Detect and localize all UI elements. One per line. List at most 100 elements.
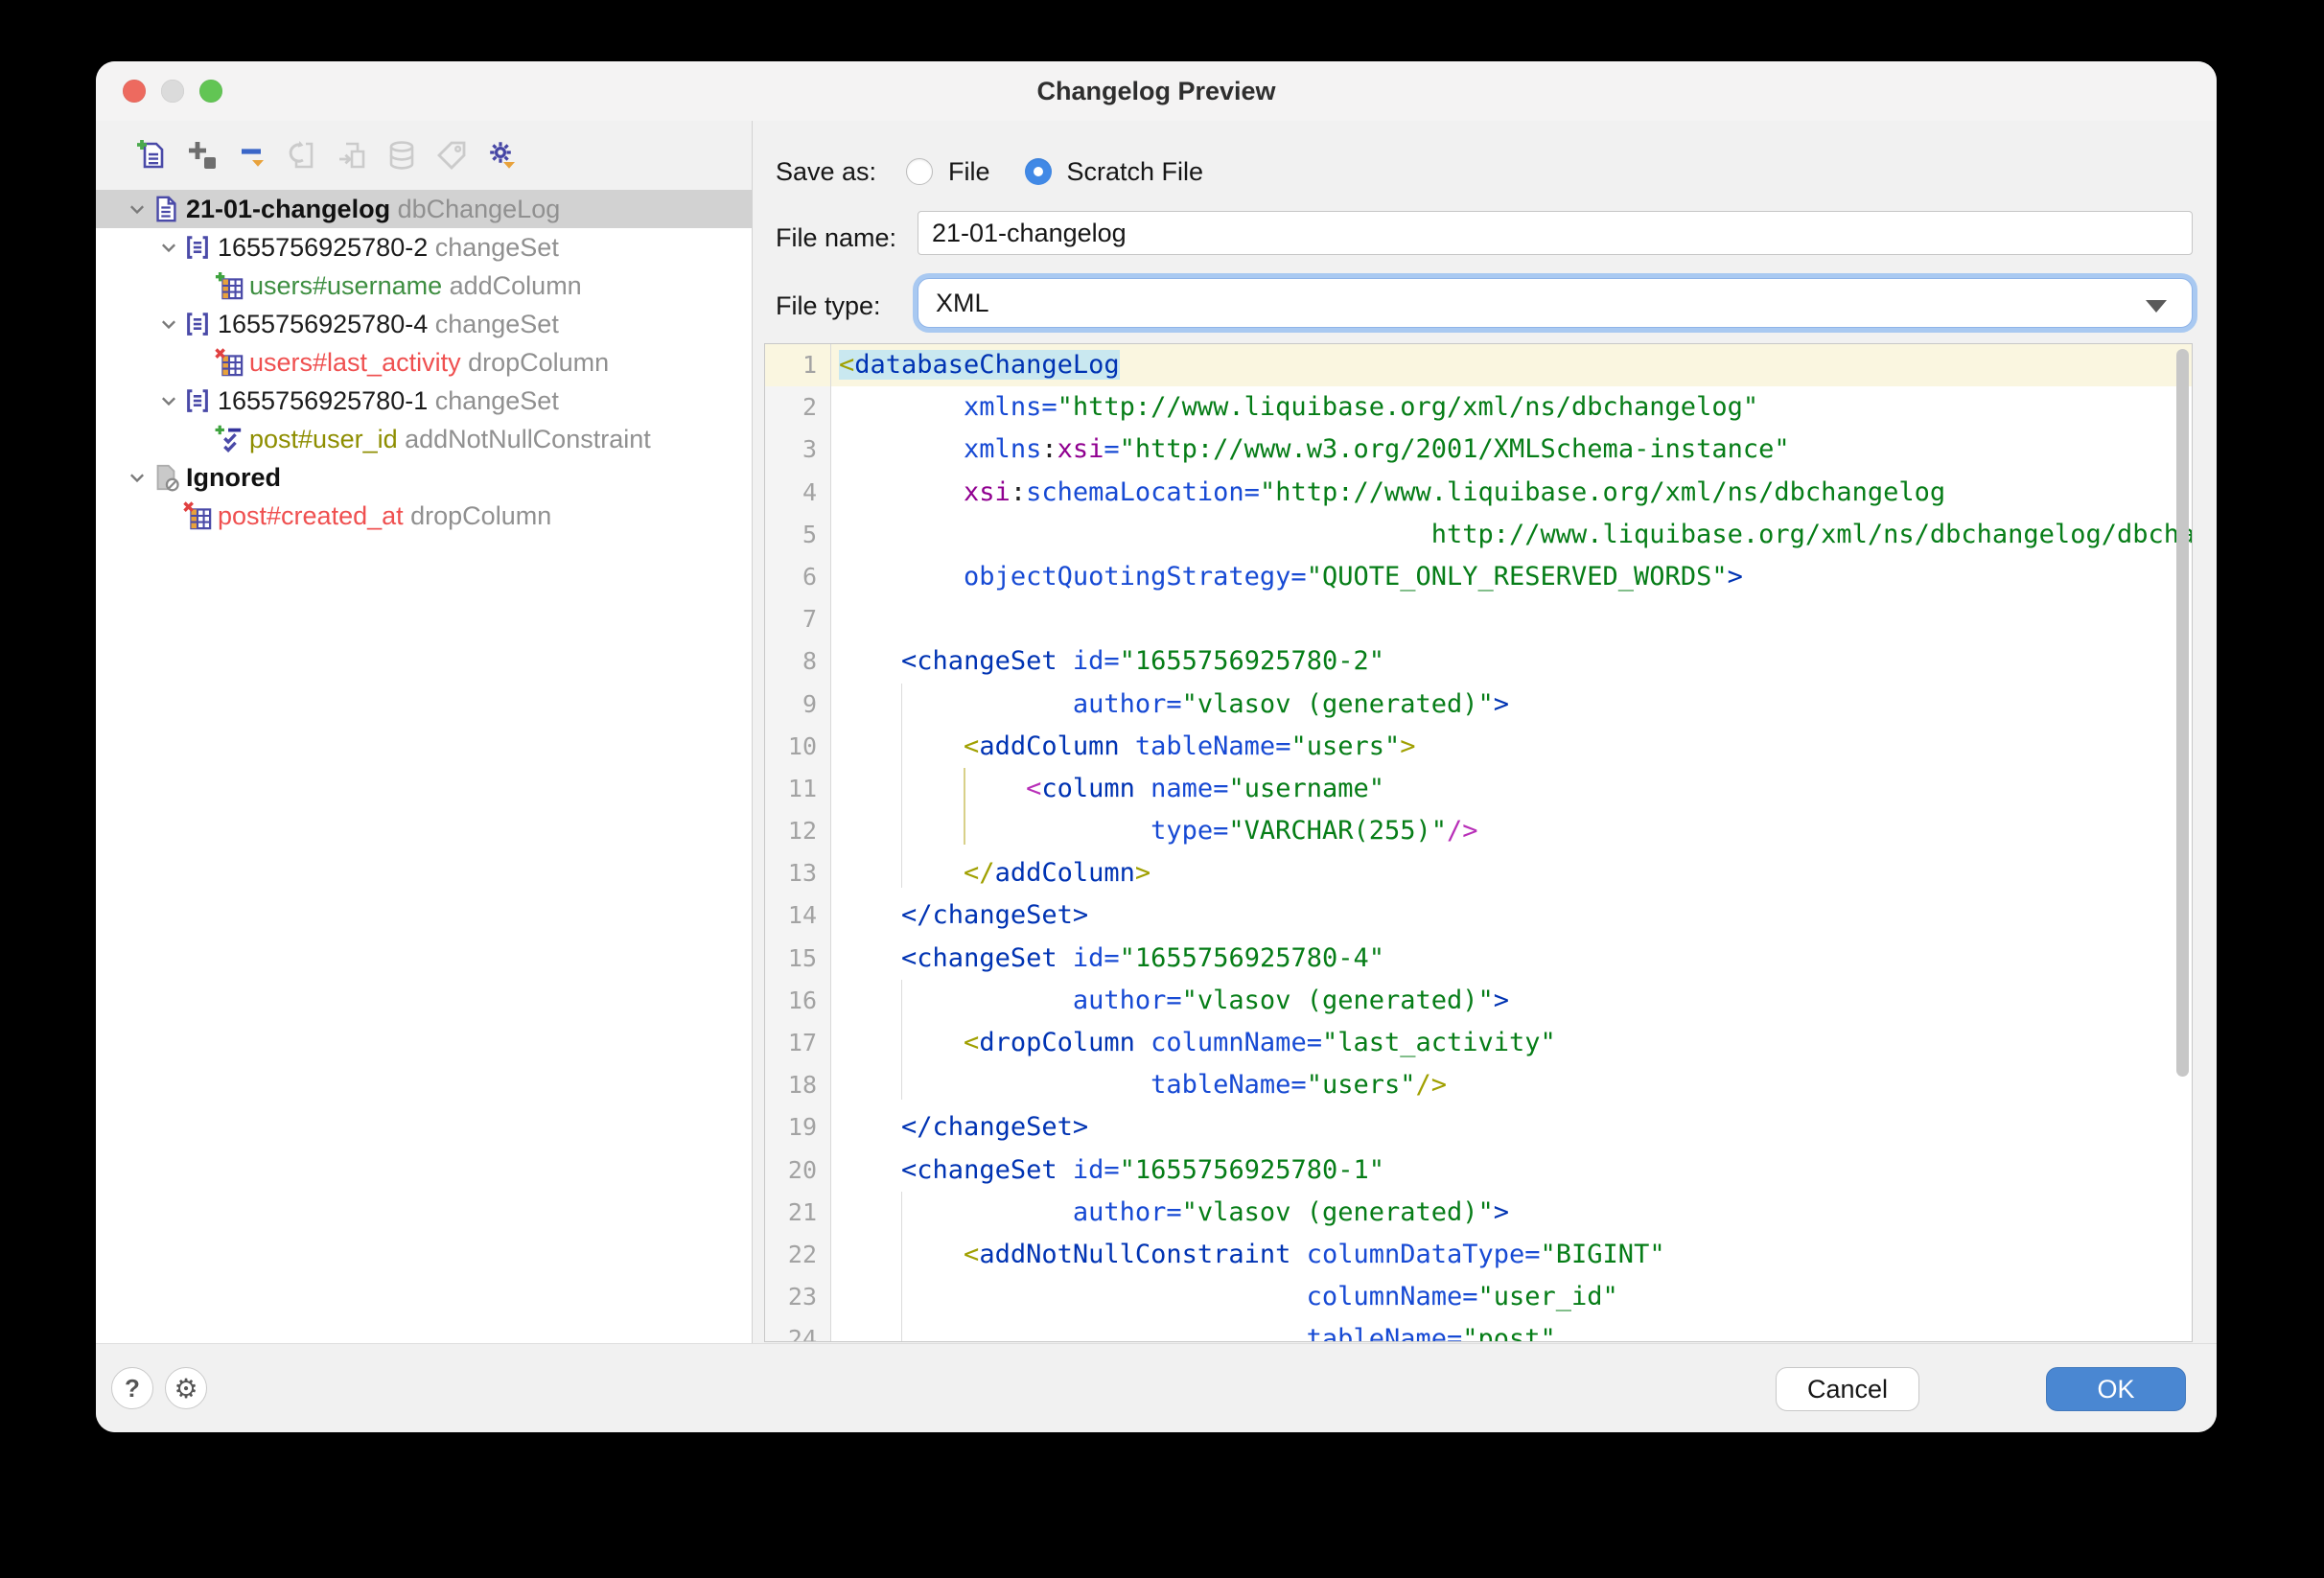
- tree-row[interactable]: post#created_at dropColumn: [96, 497, 752, 535]
- save-as-label: Save as:: [776, 157, 876, 187]
- tree-toolbar: [96, 121, 752, 190]
- line-number: 7: [765, 598, 830, 640]
- line-number: 24: [765, 1318, 830, 1342]
- help-button[interactable]: ?: [111, 1367, 153, 1409]
- changelog-icon: [151, 195, 180, 223]
- line-number: 4: [765, 472, 830, 514]
- save-as-radio-group: File Scratch File: [906, 150, 1203, 194]
- code-line: author="vlasov (generated)">: [831, 1192, 2192, 1234]
- code-line: </addColumn>: [831, 852, 2192, 894]
- line-number: 3: [765, 429, 830, 471]
- constraint-icon: [215, 425, 244, 453]
- code-line: <changeSet id="1655756925780-2": [831, 640, 2192, 683]
- line-number: 23: [765, 1276, 830, 1318]
- code-line: <column name="username": [831, 768, 2192, 810]
- file-name-label: File name:: [776, 223, 896, 253]
- screen: Changelog Preview 21-01-changelog dbChan…: [0, 0, 2324, 1578]
- editor-scrollbar[interactable]: [2176, 349, 2189, 1077]
- database-button: [385, 139, 418, 172]
- code-line: <addNotNullConstraint columnDataType="BI…: [831, 1234, 2192, 1276]
- ok-button[interactable]: OK: [2046, 1367, 2186, 1411]
- file-radio-label: File: [948, 157, 990, 187]
- file-type-select[interactable]: XML: [918, 278, 2193, 328]
- titlebar: Changelog Preview: [96, 61, 2217, 122]
- tag-button: [435, 139, 468, 172]
- line-number: 5: [765, 514, 830, 556]
- code-line: </changeSet>: [831, 1106, 2192, 1149]
- new-changelog-button[interactable]: [136, 139, 169, 172]
- tree-row-label: users#last_activity dropColumn: [249, 348, 609, 378]
- drop-column-icon: [183, 501, 212, 530]
- tree-row-label: post#created_at dropColumn: [218, 501, 551, 531]
- scratch-file-radio[interactable]: [1025, 158, 1052, 185]
- tree-row-label: 1655756925780-4 changeSet: [218, 310, 559, 339]
- tree-row[interactable]: 1655756925780-2 changeSet: [96, 228, 752, 267]
- add-column-icon: [215, 271, 244, 300]
- line-number: 1: [765, 344, 830, 386]
- code-line: xsi:schemaLocation="http://www.liquibase…: [831, 472, 2192, 514]
- file-type-value: XML: [936, 289, 989, 318]
- chevron-down-icon[interactable]: [156, 312, 181, 336]
- file-type-label: File type:: [776, 291, 881, 321]
- chevron-down-icon[interactable]: [156, 235, 181, 260]
- tree-row-label: post#user_id addNotNullConstraint: [249, 425, 651, 454]
- tree-row[interactable]: Ignored: [96, 458, 752, 497]
- dialog-footer: ? ⚙ Cancel OK: [96, 1343, 2217, 1432]
- tree-row[interactable]: post#user_id addNotNullConstraint: [96, 420, 752, 458]
- code-line: objectQuotingStrategy="QUOTE_ONLY_RESERV…: [831, 556, 2192, 598]
- line-number: 2: [765, 386, 830, 429]
- settings-button[interactable]: ⚙: [165, 1367, 207, 1409]
- code-line: author="vlasov (generated)">: [831, 980, 2192, 1022]
- cancel-button[interactable]: Cancel: [1776, 1367, 1919, 1411]
- xml-preview-editor[interactable]: 123456789101112131415161718192021222324 …: [764, 343, 2193, 1342]
- remove-button[interactable]: [236, 139, 268, 172]
- radio-group-scratch-file[interactable]: Scratch File: [1025, 157, 1204, 187]
- line-number: 21: [765, 1192, 830, 1234]
- tree-row[interactable]: users#username addColumn: [96, 267, 752, 305]
- code-line: type="VARCHAR(255)"/>: [831, 810, 2192, 852]
- code-line: tableName="post": [831, 1318, 2192, 1341]
- tree-row[interactable]: 1655756925780-4 changeSet: [96, 305, 752, 343]
- line-number: 20: [765, 1149, 830, 1192]
- add-button[interactable]: [186, 139, 219, 172]
- code-line: <changeSet id="1655756925780-4": [831, 938, 2192, 980]
- line-number: 8: [765, 640, 830, 683]
- update-changelog-button: [336, 139, 368, 172]
- chevron-down-icon[interactable]: [156, 388, 181, 413]
- code-line: </changeSet>: [831, 894, 2192, 937]
- tree-row[interactable]: users#last_activity dropColumn: [96, 343, 752, 382]
- drop-column-icon: [215, 348, 244, 377]
- settings-button[interactable]: [485, 139, 518, 172]
- line-number: 16: [765, 980, 830, 1022]
- code-line: tableName="users"/>: [831, 1064, 2192, 1106]
- chevron-down-icon[interactable]: [125, 197, 150, 221]
- chevron-down-icon[interactable]: [125, 465, 150, 490]
- tree-row[interactable]: 1655756925780-1 changeSet: [96, 382, 752, 420]
- tree-row-label: users#username addColumn: [249, 271, 582, 301]
- refresh-button: [286, 139, 318, 172]
- editor-code[interactable]: <databaseChangeLog xmlns="http://www.liq…: [831, 344, 2192, 1341]
- changelog-tree[interactable]: 21-01-changelog dbChangeLog 1655756925780…: [96, 190, 752, 1344]
- tree-row-label: Ignored: [186, 463, 281, 493]
- changeset-icon: [183, 386, 212, 415]
- file-radio[interactable]: [906, 158, 933, 185]
- tree-row-label: 1655756925780-2 changeSet: [218, 233, 559, 263]
- file-name-input[interactable]: [918, 211, 2193, 255]
- line-number: 11: [765, 768, 830, 810]
- line-number: 10: [765, 726, 830, 768]
- tree-row-label: 21-01-changelog dbChangeLog: [186, 195, 560, 224]
- code-line: xmlns:xsi="http://www.w3.org/2001/XMLSch…: [831, 429, 2192, 471]
- line-number: 14: [765, 894, 830, 937]
- editor-gutter: 123456789101112131415161718192021222324: [765, 344, 831, 1341]
- radio-group-file[interactable]: File: [906, 157, 990, 187]
- code-line: <dropColumn columnName="last_activity": [831, 1022, 2192, 1064]
- line-number: 13: [765, 852, 830, 894]
- changeset-icon: [183, 310, 212, 338]
- chevron-down-icon: [2146, 300, 2167, 313]
- scratch-file-radio-label: Scratch File: [1067, 157, 1204, 187]
- line-number: 9: [765, 684, 830, 726]
- code-line: xmlns="http://www.liquibase.org/xml/ns/d…: [831, 386, 2192, 429]
- code-line: columnName="user_id": [831, 1276, 2192, 1318]
- tree-row[interactable]: 21-01-changelog dbChangeLog: [96, 190, 752, 228]
- changelog-preview-dialog: Changelog Preview 21-01-changelog dbChan…: [96, 61, 2217, 1432]
